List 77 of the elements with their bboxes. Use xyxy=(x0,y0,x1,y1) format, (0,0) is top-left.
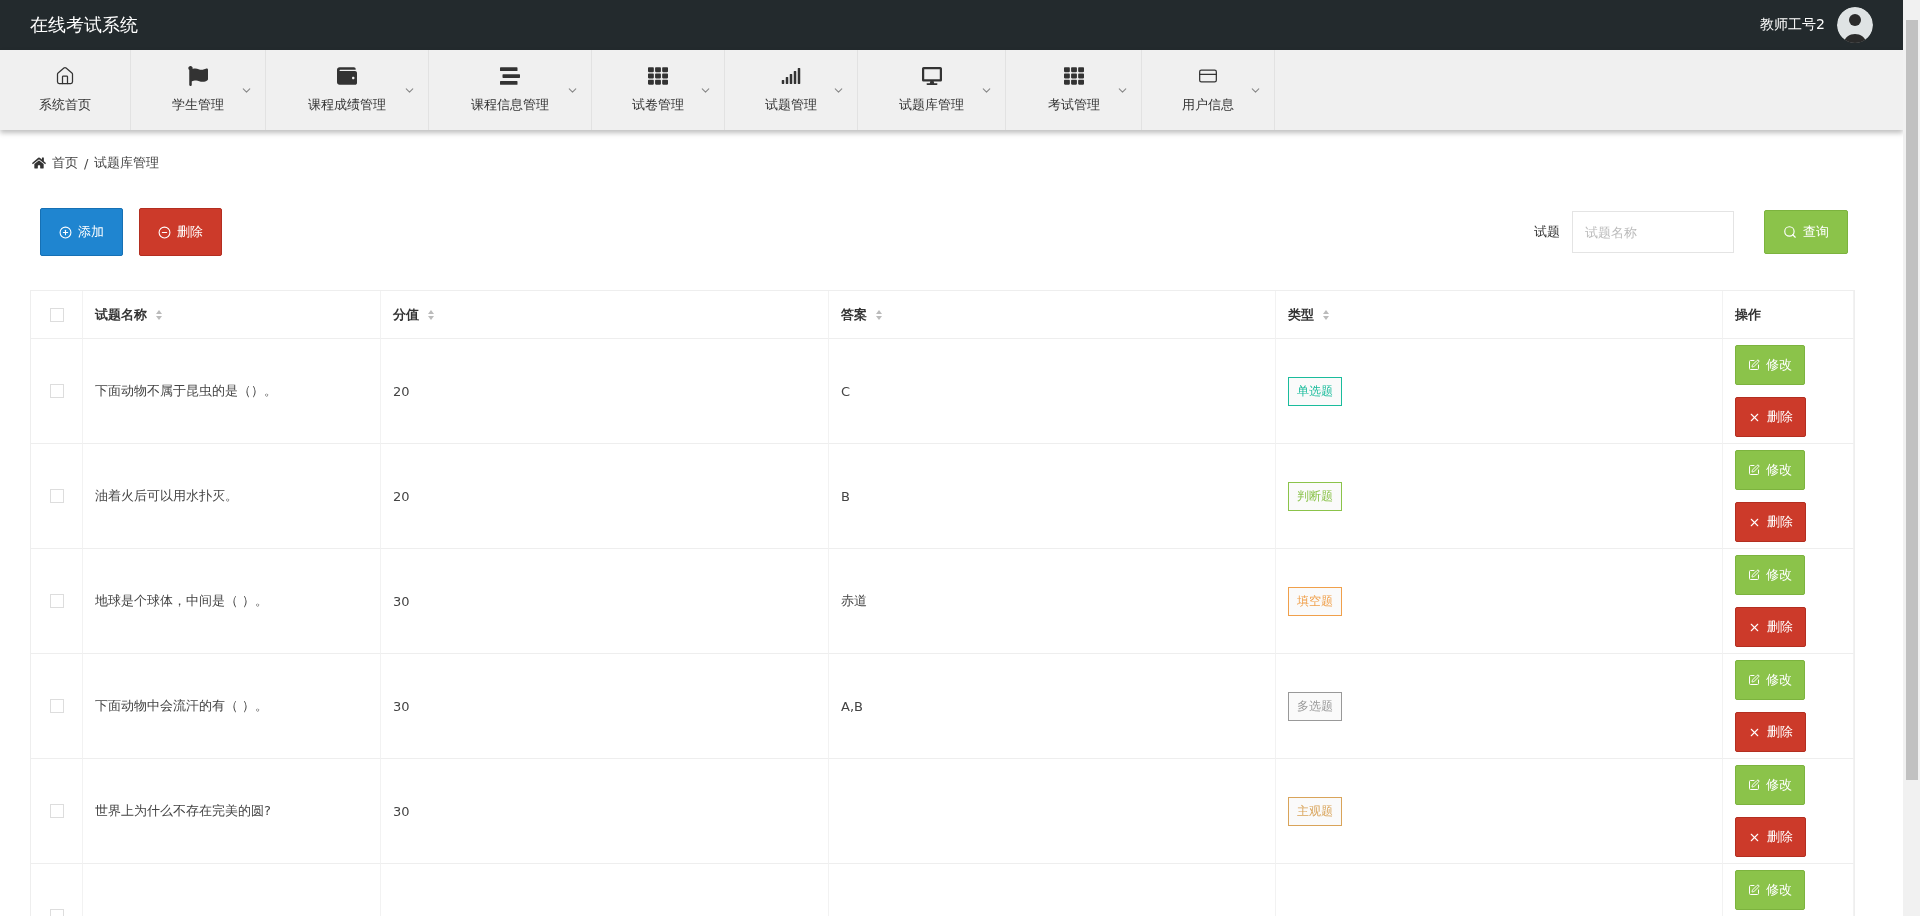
nav-icon xyxy=(55,66,75,86)
table-cell: 30 xyxy=(393,803,410,819)
table-cell: C xyxy=(841,383,851,399)
nav-item[interactable]: 课程成绩管理 xyxy=(266,50,429,130)
table-cell: A,B xyxy=(841,698,863,714)
table-cell: 30 xyxy=(393,698,410,714)
type-tag: 单选题 xyxy=(1288,376,1342,406)
table-cell: B xyxy=(841,488,850,504)
delete-button[interactable]: 删除 xyxy=(1735,817,1806,857)
nav-icon xyxy=(648,66,668,86)
minus-icon xyxy=(158,225,171,239)
search-label: 试题 xyxy=(1534,223,1560,241)
edit-icon xyxy=(1748,464,1760,476)
table-cell: 20 xyxy=(393,383,410,399)
type-tag: 主观题 xyxy=(1288,796,1342,826)
nav-icon xyxy=(337,66,357,86)
type-tag: 判断题 xyxy=(1288,481,1342,511)
sort-icon[interactable] xyxy=(1322,308,1330,321)
table-cell: 赤道 xyxy=(841,592,867,610)
nav-icon xyxy=(188,66,208,86)
delete-button[interactable]: 删除 xyxy=(1735,397,1806,437)
user-name[interactable]: 教师工号2 xyxy=(1760,16,1825,34)
breadcrumb-separator: / xyxy=(84,155,89,171)
search-icon xyxy=(1783,225,1797,239)
sort-icon[interactable] xyxy=(155,308,163,321)
type-tag: 填空题 xyxy=(1288,586,1342,616)
home-icon xyxy=(32,156,46,170)
nav-item[interactable]: 考试管理 xyxy=(1006,50,1142,130)
delete-button[interactable]: 删除 xyxy=(1735,712,1806,752)
nav-icon xyxy=(500,66,520,86)
table-cell: 世界上为什么不存在完美的圆? xyxy=(95,802,271,820)
nav-icon xyxy=(921,66,942,86)
table-cell: 20 xyxy=(393,488,410,504)
breadcrumb-link[interactable]: 首页 xyxy=(52,154,78,172)
nav-item[interactable]: 学生管理 xyxy=(131,50,266,130)
delete-button[interactable]: 删除 xyxy=(139,208,222,256)
delete-button[interactable]: 删除 xyxy=(1735,607,1806,647)
delete-button[interactable]: 删除 xyxy=(1735,502,1806,542)
nav-icon xyxy=(781,66,801,86)
nav-item[interactable]: 系统首页 xyxy=(0,50,131,130)
table-cell: 30 xyxy=(393,593,410,609)
column-header: 操作 xyxy=(1735,305,1761,324)
checkbox[interactable] xyxy=(49,489,64,503)
nav-item[interactable]: 试题库管理 xyxy=(858,50,1006,130)
table-cell: 下面动物中会流汗的有（ ）。 xyxy=(95,697,269,715)
plus-icon xyxy=(59,225,72,239)
table-cell: 地球是个球体，中间是（ ）。 xyxy=(95,592,269,610)
nav-item[interactable]: 试题管理 xyxy=(725,50,858,130)
breadcrumb-current: 试题库管理 xyxy=(94,154,160,172)
checkbox[interactable] xyxy=(49,384,64,398)
edit-icon xyxy=(1748,884,1760,896)
nav-item[interactable]: 用户信息 xyxy=(1142,50,1275,130)
nav-icon xyxy=(1063,66,1084,86)
column-header[interactable]: 类型 xyxy=(1288,305,1314,324)
table-cell: 下面动物不属于昆虫的是（）。 xyxy=(95,382,277,400)
type-tag: 多选题 xyxy=(1288,691,1342,721)
checkbox[interactable] xyxy=(49,307,64,322)
edit-icon xyxy=(1748,569,1760,581)
app-title: 在线考试系统 xyxy=(30,13,138,37)
sort-icon[interactable] xyxy=(875,308,883,321)
nav-item[interactable]: 课程信息管理 xyxy=(429,50,592,130)
column-header[interactable]: 答案 xyxy=(841,305,867,324)
checkbox[interactable] xyxy=(49,804,64,818)
scrollbar[interactable] xyxy=(1905,20,1918,780)
avatar[interactable] xyxy=(1837,7,1873,43)
edit-icon xyxy=(1748,779,1760,791)
checkbox[interactable] xyxy=(49,699,64,713)
checkbox[interactable] xyxy=(49,594,64,608)
edit-icon xyxy=(1748,359,1760,371)
column-header[interactable]: 试题名称 xyxy=(95,305,147,324)
column-header[interactable]: 分值 xyxy=(393,305,419,324)
add-button[interactable]: 添加 xyxy=(40,208,123,256)
nav-item[interactable]: 试卷管理 xyxy=(592,50,725,130)
sort-icon[interactable] xyxy=(427,308,435,321)
table-cell: 油着火后可以用水扑灭。 xyxy=(95,487,238,505)
search-field[interactable]: 试题名称 xyxy=(1572,211,1734,253)
edit-icon xyxy=(1748,674,1760,686)
